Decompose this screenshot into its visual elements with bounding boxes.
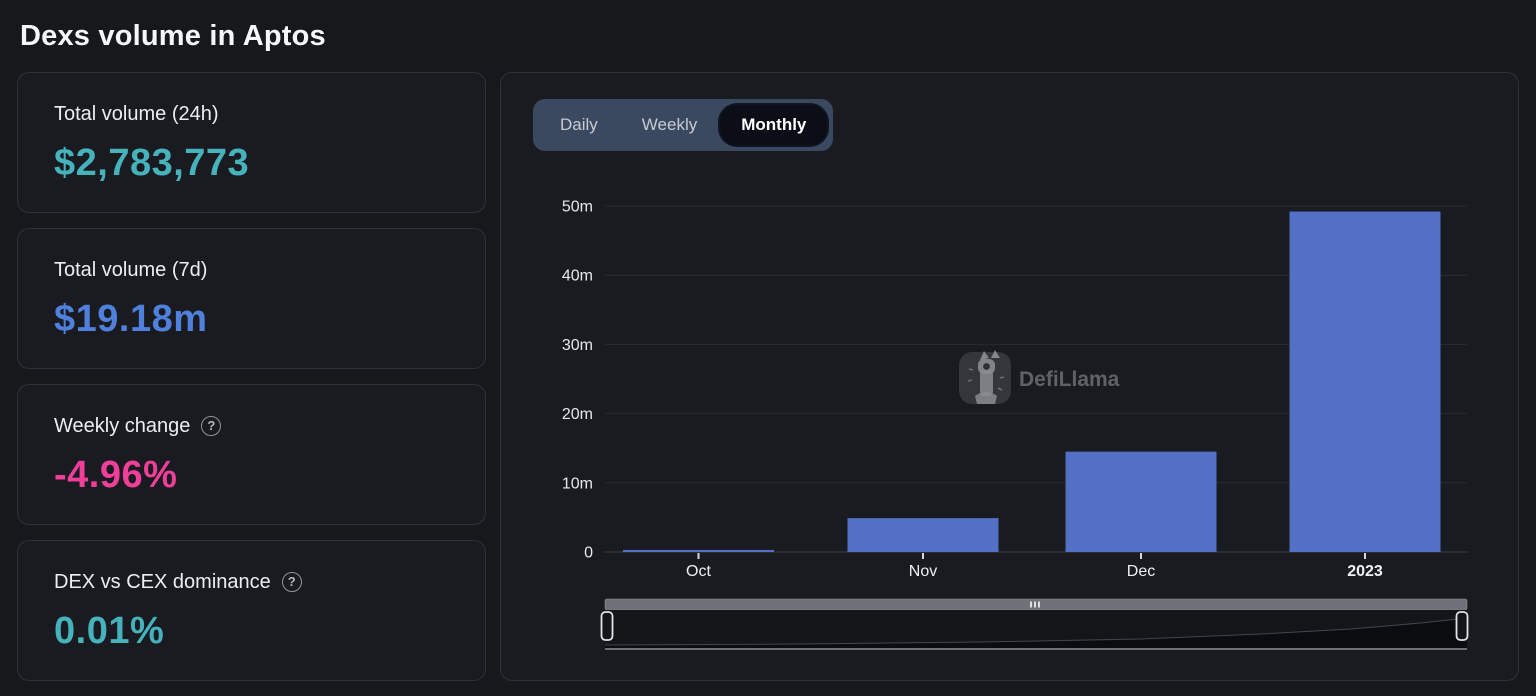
grip-icon[interactable] (1030, 602, 1040, 608)
y-axis-labels: 50m 40m 30m 20m 10m 0 (562, 199, 593, 562)
stat-card-label: Total volume (7d) (54, 257, 207, 283)
help-icon[interactable]: ? (282, 572, 302, 592)
x-axis-label: Oct (686, 563, 711, 580)
stat-card: Weekly change? -4.96% (17, 384, 486, 525)
chart-panel: DailyWeeklyMonthly 50m 40m 30m 20m 10m 0 Oct N… (500, 72, 1519, 681)
interval-tabs: DailyWeeklyMonthly (533, 99, 833, 151)
y-axis-label: 10m (562, 475, 593, 492)
tab-daily[interactable]: Daily (539, 105, 619, 145)
x-axis-label: Nov (909, 563, 937, 580)
stat-card-value: $2,783,773 (54, 140, 449, 186)
brush-handle-left[interactable] (602, 612, 613, 640)
brush-range-selector (602, 599, 1468, 650)
help-icon[interactable]: ? (201, 416, 221, 436)
stat-card-value: $19.18m (54, 296, 449, 342)
bar-2023[interactable] (1290, 212, 1441, 552)
stat-card: DEX vs CEX dominance? 0.01% (17, 540, 486, 681)
y-axis-label: 40m (562, 268, 593, 285)
brush-bottom-border (605, 648, 1467, 650)
x-axis-label: Dec (1127, 563, 1155, 580)
y-axis-label: 30m (562, 337, 593, 354)
brush-handle-right[interactable] (1457, 612, 1468, 640)
bar-dec[interactable] (1066, 452, 1217, 552)
bar-chart: 50m 40m 30m 20m 10m 0 Oct Nov Dec 2023 DefiLlama (501, 73, 1520, 682)
y-axis-label: 20m (562, 406, 593, 423)
defillama-watermark: DefiLlama (959, 350, 1120, 404)
stat-card-label: Total volume (24h) (54, 101, 219, 127)
stat-card-label: DEX vs CEX dominance (54, 569, 271, 595)
tab-weekly[interactable]: Weekly (621, 105, 718, 145)
x-axis-label: 2023 (1347, 563, 1383, 580)
stat-card: Total volume (7d) $19.18m (17, 228, 486, 369)
y-axis-label: 0 (584, 545, 593, 562)
x-axis: Oct Nov Dec 2023 (686, 553, 1383, 580)
y-axis-label: 50m (562, 199, 593, 216)
bar-oct[interactable] (623, 550, 774, 552)
defillama-logo-icon (959, 350, 1011, 404)
stat-card-label: Weekly change (54, 413, 190, 439)
stat-card-value: -4.96% (54, 452, 449, 498)
stat-card: Total volume (24h) $2,783,773 (17, 72, 486, 213)
bar-nov[interactable] (848, 518, 999, 552)
tab-monthly[interactable]: Monthly (720, 105, 827, 145)
page-title: Dexs volume in Aptos (20, 20, 326, 53)
stat-card-value: 0.01% (54, 608, 449, 654)
stat-cards: Total volume (24h)$2,783,773Total volume… (17, 72, 486, 681)
watermark-text: DefiLlama (1019, 368, 1120, 391)
